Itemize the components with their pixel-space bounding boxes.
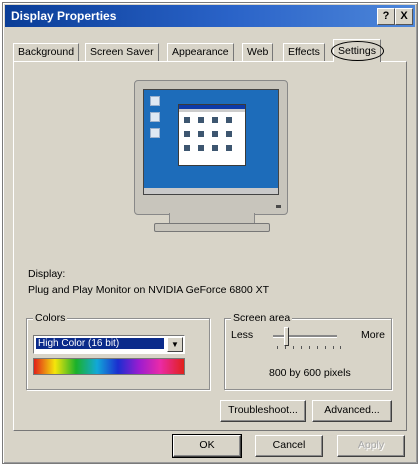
power-led-icon [276,205,281,208]
desktop-icon [150,112,160,122]
display-properties-dialog: Display Properties ? X Background Screen… [2,2,418,464]
apply-button[interactable]: Apply [337,435,405,457]
color-spectrum-bar [33,358,185,375]
colors-group-title: Colors [33,312,68,324]
advanced-button[interactable]: Advanced... [312,400,392,422]
desktop-icon [150,128,160,138]
resolution-text: 800 by 600 pixels [269,367,351,379]
preview-window [178,104,246,166]
display-label: Display: [28,268,66,280]
colors-group: Colors High Color (16 bit) ▼ [26,312,210,390]
window-title: Display Properties [11,9,117,23]
settings-panel: Display: Plug and Play Monitor on NVIDIA… [13,61,407,431]
close-button[interactable]: X [395,8,413,25]
title-bar[interactable]: Display Properties ? X [5,5,415,27]
more-label: More [361,329,385,341]
less-label: Less [231,329,254,341]
tab-background[interactable]: Background [13,43,80,62]
display-device-name: Plug and Play Monitor on NVIDIA GeForce … [28,284,270,296]
chevron-down-icon[interactable]: ▼ [167,337,183,352]
slider-thumb[interactable] [284,327,289,346]
highlight-circle [331,41,384,61]
troubleshoot-button[interactable]: Troubleshoot... [220,400,306,422]
monitor-preview [134,80,288,215]
slider-ticks [277,346,341,350]
colors-dropdown[interactable]: High Color (16 bit) ▼ [33,335,185,354]
screen-area-group: Screen area Less More 800 by 600 pixels [224,312,392,390]
help-button[interactable]: ? [377,8,395,25]
monitor-base [154,223,270,232]
screen-area-slider[interactable] [273,335,337,338]
tab-effects[interactable]: Effects [283,43,325,62]
desktop-icon [150,96,160,106]
monitor-screen [143,89,279,195]
tab-settings[interactable]: Settings [331,39,384,62]
ok-button[interactable]: OK [172,434,242,458]
screen-area-group-title: Screen area [231,312,293,324]
tab-appearance[interactable]: Appearance [167,43,234,62]
tab-web[interactable]: Web [242,43,274,62]
cancel-button[interactable]: Cancel [255,435,323,457]
tab-strip: Background Screen Saver Appearance Web E… [13,39,407,62]
preview-taskbar [144,188,278,194]
tab-screen-saver[interactable]: Screen Saver [85,43,159,62]
colors-selected-value: High Color (16 bit) [36,338,164,349]
